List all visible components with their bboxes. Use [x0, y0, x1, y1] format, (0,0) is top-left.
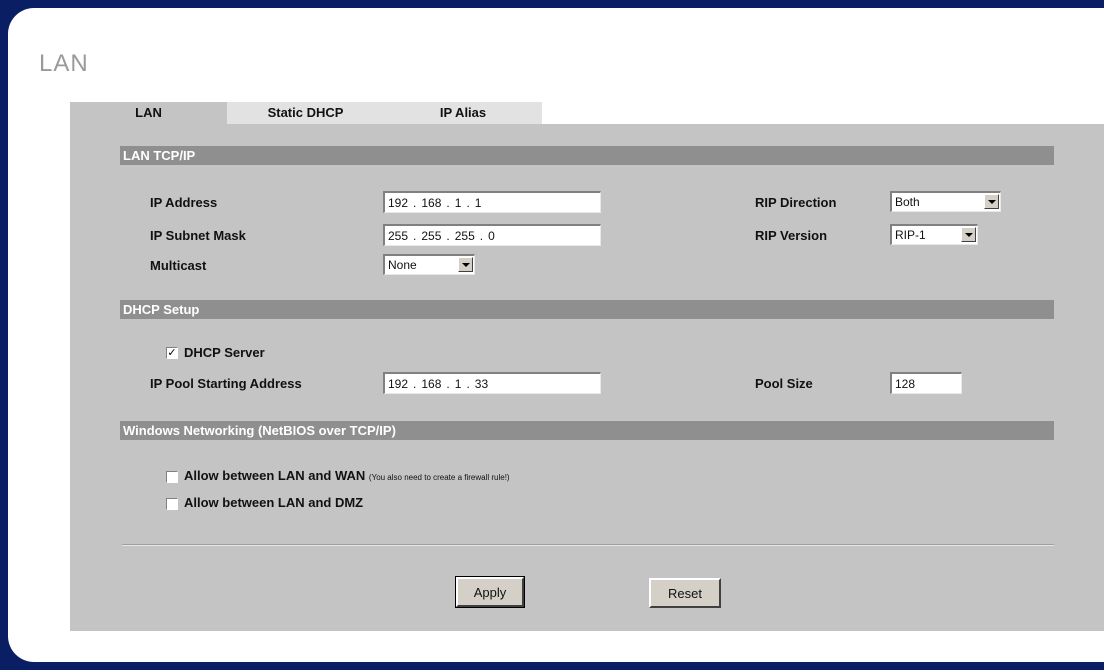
ip-address-label: IP Address	[150, 195, 218, 210]
section-windows-networking: Windows Networking (NetBIOS over TCP/IP)	[120, 421, 1054, 440]
settings-panel: LAN TCP/IP IP Address 192. 168. 1. 1 IP …	[70, 124, 1104, 631]
ip-separator: .	[413, 228, 417, 243]
ip-address-octet-1[interactable]: 192	[388, 196, 408, 210]
lan-wan-row: Allow between LAN and WAN (You also need…	[184, 468, 510, 483]
pool-size-label: Pool Size	[755, 376, 813, 391]
page-title: LAN	[39, 50, 89, 77]
ip-separator: .	[466, 195, 470, 210]
ip-separator: .	[413, 195, 417, 210]
chevron-down-icon[interactable]	[458, 257, 473, 272]
lan-wan-note: (You also need to create a firewall rule…	[368, 473, 510, 482]
rip-version-value: RIP-1	[895, 228, 926, 242]
pool-start-field[interactable]: 192. 168. 1. 33	[383, 372, 601, 394]
ip-address-octet-2[interactable]: 168	[421, 196, 441, 210]
lan-dmz-label: Allow between LAN and DMZ	[184, 495, 364, 510]
tab-lan[interactable]: LAN	[70, 102, 227, 124]
dhcp-server-label: DHCP Server	[184, 345, 265, 360]
tab-bar: LAN Static DHCP IP Alias	[70, 102, 542, 124]
lan-wan-label: Allow between LAN and WAN	[184, 468, 366, 483]
rip-direction-value: Both	[895, 195, 920, 209]
rip-direction-select[interactable]: Both	[890, 191, 1001, 212]
subnet-mask-label: IP Subnet Mask	[150, 228, 246, 243]
chevron-down-icon[interactable]	[961, 227, 976, 242]
reset-button[interactable]: Reset	[649, 578, 721, 608]
pool-octet-1[interactable]: 192	[388, 377, 408, 391]
ip-separator: .	[479, 228, 484, 243]
ip-address-field[interactable]: 192. 168. 1. 1	[383, 191, 601, 213]
ip-separator: .	[446, 376, 450, 391]
rip-version-select[interactable]: RIP-1	[890, 224, 978, 245]
tab-static-dhcp[interactable]: Static DHCP	[227, 102, 384, 124]
multicast-select[interactable]: None	[383, 254, 475, 275]
tab-ip-alias[interactable]: IP Alias	[384, 102, 542, 124]
ip-separator: .	[446, 195, 450, 210]
multicast-value: None	[388, 258, 417, 272]
subnet-octet-1[interactable]: 255	[388, 229, 408, 243]
apply-button[interactable]: Apply	[455, 576, 525, 608]
lan-wan-checkbox[interactable]	[166, 471, 178, 483]
subnet-octet-2[interactable]: 255	[421, 229, 441, 243]
section-lan-tcpip: LAN TCP/IP	[120, 146, 1054, 165]
ip-separator: .	[413, 376, 417, 391]
ip-separator: .	[446, 228, 450, 243]
pool-start-label: IP Pool Starting Address	[150, 376, 302, 391]
pool-size-input[interactable]: 128	[890, 372, 962, 394]
pool-octet-2[interactable]: 168	[421, 377, 441, 391]
chevron-down-icon[interactable]	[984, 194, 999, 209]
section-dhcp-setup: DHCP Setup	[120, 300, 1054, 319]
subnet-octet-4[interactable]: 0	[488, 229, 495, 243]
lan-dmz-checkbox[interactable]	[166, 498, 178, 510]
divider	[122, 544, 1054, 546]
rip-version-label: RIP Version	[755, 228, 828, 243]
subnet-octet-3[interactable]: 255	[455, 229, 475, 243]
dhcp-server-checkbox[interactable]: ✓	[166, 347, 178, 359]
multicast-label: Multicast	[150, 258, 207, 273]
ip-address-octet-3[interactable]: 1	[455, 196, 462, 210]
pool-octet-3[interactable]: 1	[455, 377, 462, 391]
subnet-mask-field[interactable]: 255. 255. 255. 0	[383, 224, 601, 246]
ip-separator: .	[466, 376, 470, 391]
rip-direction-label: RIP Direction	[755, 195, 837, 210]
pool-octet-4[interactable]: 33	[475, 377, 488, 391]
ip-address-octet-4[interactable]: 1	[475, 196, 482, 210]
